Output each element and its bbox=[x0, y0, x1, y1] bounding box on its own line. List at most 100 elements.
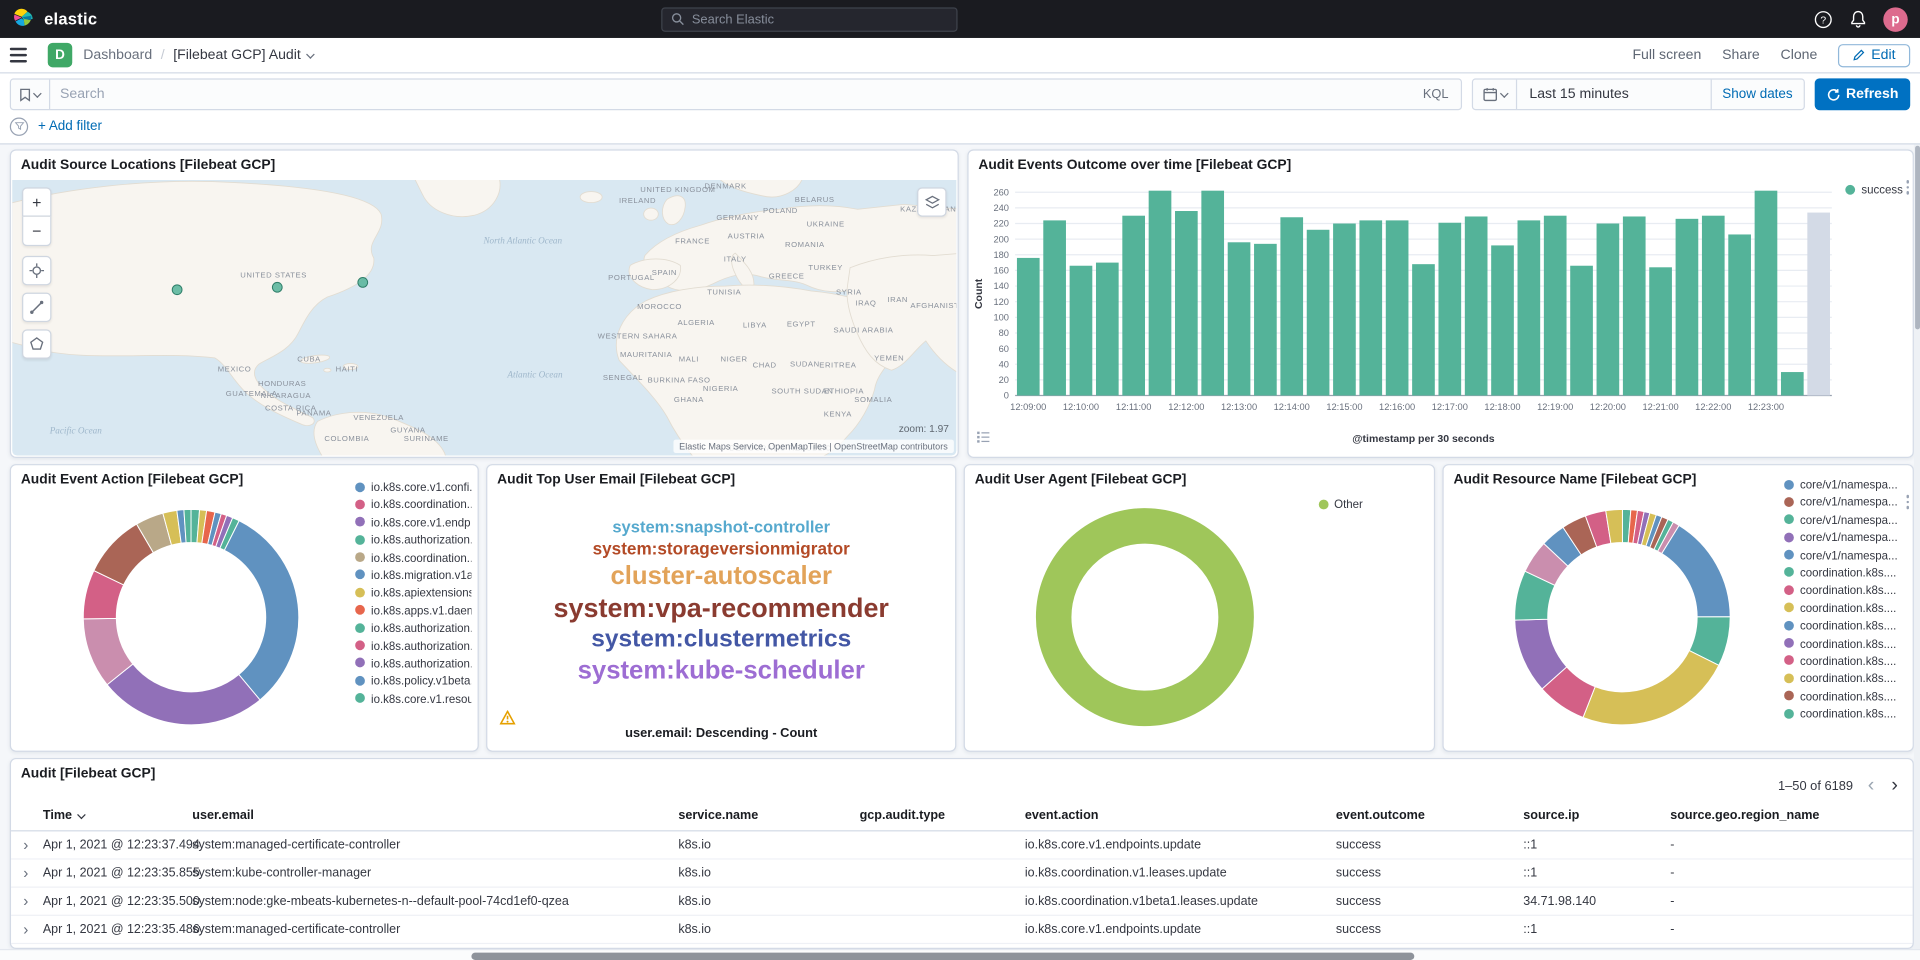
bar-success[interactable] bbox=[1438, 223, 1461, 396]
donut-slice[interactable] bbox=[1583, 651, 1719, 725]
bar-success[interactable] bbox=[1096, 263, 1119, 396]
expand-row-button[interactable]: › bbox=[23, 892, 28, 909]
space-badge[interactable]: D bbox=[48, 43, 72, 67]
legend-item[interactable]: core/v1/namespa... bbox=[1784, 548, 1906, 561]
query-search-input[interactable] bbox=[50, 87, 1410, 102]
bar-success[interactable] bbox=[1755, 191, 1778, 396]
bar-success[interactable] bbox=[1043, 220, 1066, 395]
map-layers-button[interactable] bbox=[917, 187, 946, 216]
legend-item[interactable]: coordination.k8s.... bbox=[1784, 707, 1906, 720]
edit-button[interactable]: Edit bbox=[1838, 43, 1910, 66]
bar-success[interactable] bbox=[1333, 224, 1356, 396]
panel-options-icon[interactable] bbox=[1906, 495, 1909, 509]
bar-success[interactable] bbox=[1228, 242, 1251, 395]
refresh-button[interactable]: Refresh bbox=[1815, 78, 1911, 110]
bar-success[interactable] bbox=[1070, 266, 1093, 396]
share-button[interactable]: Share bbox=[1722, 48, 1760, 63]
tagcloud-word[interactable]: system:vpa-recommender bbox=[554, 594, 889, 623]
column-header-user-email[interactable]: user.email bbox=[192, 809, 254, 822]
legend-item[interactable]: Other bbox=[1318, 497, 1363, 510]
bar-success[interactable] bbox=[1623, 216, 1646, 395]
bar-success[interactable] bbox=[1781, 372, 1804, 395]
query-language-button[interactable]: KQL bbox=[1411, 87, 1461, 102]
map-attribution[interactable]: Elastic Maps Service, OpenMapTiles | Ope… bbox=[673, 440, 954, 453]
saved-query-menu-button[interactable] bbox=[11, 80, 50, 109]
scrollbar-thumb[interactable] bbox=[1914, 146, 1919, 330]
breadcrumb-dashboard[interactable]: Dashboard bbox=[83, 48, 152, 63]
fit-to-data-button[interactable] bbox=[22, 256, 51, 285]
zoom-in-button[interactable]: + bbox=[22, 187, 51, 216]
bar-success[interactable] bbox=[1307, 230, 1330, 396]
legend-item[interactable]: io.k8s.policy.v1beta.... bbox=[355, 674, 471, 687]
bar-incomplete-bucket[interactable] bbox=[1807, 213, 1830, 396]
donut-ring[interactable] bbox=[1054, 526, 1236, 708]
bar-success[interactable] bbox=[1702, 216, 1725, 396]
zoom-out-button[interactable]: − bbox=[22, 217, 51, 246]
previous-page-button[interactable]: ‹ bbox=[1865, 776, 1876, 796]
legend-item[interactable]: coordination.k8s.... bbox=[1784, 671, 1906, 684]
legend-item[interactable]: coordination.k8s.... bbox=[1784, 583, 1906, 596]
next-page-button[interactable]: › bbox=[1889, 776, 1900, 796]
tagcloud-word[interactable]: system:storageversionmigrator bbox=[593, 540, 850, 559]
legend-item[interactable]: core/v1/namespa... bbox=[1784, 513, 1906, 526]
bar-success[interactable] bbox=[1649, 267, 1672, 395]
bar-success[interactable] bbox=[1491, 245, 1514, 395]
column-header-source-ip[interactable]: source.ip bbox=[1523, 809, 1579, 822]
bar-success[interactable] bbox=[1518, 220, 1541, 395]
bar-success[interactable] bbox=[1280, 217, 1303, 395]
tagcloud-word[interactable]: system:snapshot-controller bbox=[612, 519, 830, 537]
legend-item[interactable]: io.k8s.authorization.... bbox=[355, 639, 471, 652]
legend-item[interactable]: io.k8s.authorization.... bbox=[355, 533, 471, 546]
menu-hamburger-icon[interactable] bbox=[10, 42, 37, 69]
legend-item[interactable]: io.k8s.coordination.... bbox=[355, 498, 471, 511]
column-header-time[interactable]: Time bbox=[43, 809, 84, 822]
global-search-input[interactable] bbox=[692, 12, 948, 27]
bar-success[interactable] bbox=[1149, 191, 1172, 396]
bar-success[interactable] bbox=[1597, 224, 1620, 396]
donut-slice[interactable] bbox=[224, 521, 298, 700]
bar-success[interactable] bbox=[1412, 264, 1435, 395]
expand-row-button[interactable]: › bbox=[23, 920, 28, 937]
legend-item[interactable]: io.k8s.core.v1.confi... bbox=[355, 480, 471, 493]
legend-item[interactable]: coordination.k8s.... bbox=[1784, 566, 1906, 579]
tagcloud-word[interactable]: system:clustermetrics bbox=[591, 627, 851, 653]
legend-item[interactable]: success bbox=[1845, 182, 1902, 195]
bar-success[interactable] bbox=[1254, 244, 1277, 396]
scrollbar-thumb[interactable] bbox=[471, 952, 1414, 959]
bar-success[interactable] bbox=[1544, 216, 1567, 396]
legend-item[interactable]: io.k8s.core.v1.resou... bbox=[355, 691, 471, 704]
legend-item[interactable]: core/v1/namespa... bbox=[1784, 495, 1906, 508]
bar-success[interactable] bbox=[1386, 220, 1409, 395]
world-map[interactable]: UNITED STATESMEXICOCUBAHAITIGUATEMALAHON… bbox=[12, 180, 956, 456]
legend-item[interactable]: coordination.k8s.... bbox=[1784, 601, 1906, 614]
draw-shape-button[interactable] bbox=[22, 329, 51, 358]
legend-item[interactable]: io.k8s.authorization.... bbox=[355, 656, 471, 669]
legend-item[interactable]: core/v1/namespa... bbox=[1784, 478, 1906, 491]
tagcloud-word[interactable]: cluster-autoscaler bbox=[610, 563, 832, 591]
bar-success[interactable] bbox=[1728, 234, 1751, 395]
vertical-scrollbar[interactable] bbox=[1914, 143, 1920, 949]
elastic-brand[interactable]: elastic bbox=[12, 7, 97, 30]
breadcrumb-page-title[interactable]: [Filebeat GCP] Audit bbox=[173, 48, 313, 63]
column-header-event-action[interactable]: event.action bbox=[1025, 809, 1099, 822]
legend-item[interactable]: io.k8s.coordination.... bbox=[355, 550, 471, 563]
expand-row-button[interactable]: › bbox=[23, 864, 28, 881]
show-dates-button[interactable]: Show dates bbox=[1710, 80, 1804, 109]
legend-item[interactable]: coordination.k8s.... bbox=[1784, 636, 1906, 649]
legend-item[interactable]: io.k8s.core.v1.endp... bbox=[355, 515, 471, 528]
global-search[interactable] bbox=[661, 7, 957, 31]
donut-slice[interactable] bbox=[107, 664, 260, 725]
bar-success[interactable] bbox=[1017, 258, 1040, 396]
legend-item[interactable]: core/v1/namespa... bbox=[1784, 530, 1906, 543]
column-header-service-name[interactable]: service.name bbox=[678, 809, 758, 822]
bar-success[interactable] bbox=[1359, 220, 1382, 395]
legend-item[interactable]: io.k8s.migration.v1al... bbox=[355, 568, 471, 581]
bar-success[interactable] bbox=[1570, 266, 1593, 396]
time-range-value[interactable]: Last 15 minutes bbox=[1517, 87, 1710, 102]
notifications-bell-icon[interactable] bbox=[1849, 10, 1867, 28]
map-data-point[interactable] bbox=[172, 285, 182, 295]
filter-set-menu-button[interactable] bbox=[10, 117, 28, 135]
horizontal-scrollbar[interactable] bbox=[0, 949, 1920, 960]
measure-distance-button[interactable] bbox=[22, 293, 51, 322]
column-header-source-geo-region-name[interactable]: source.geo.region_name bbox=[1670, 809, 1819, 822]
